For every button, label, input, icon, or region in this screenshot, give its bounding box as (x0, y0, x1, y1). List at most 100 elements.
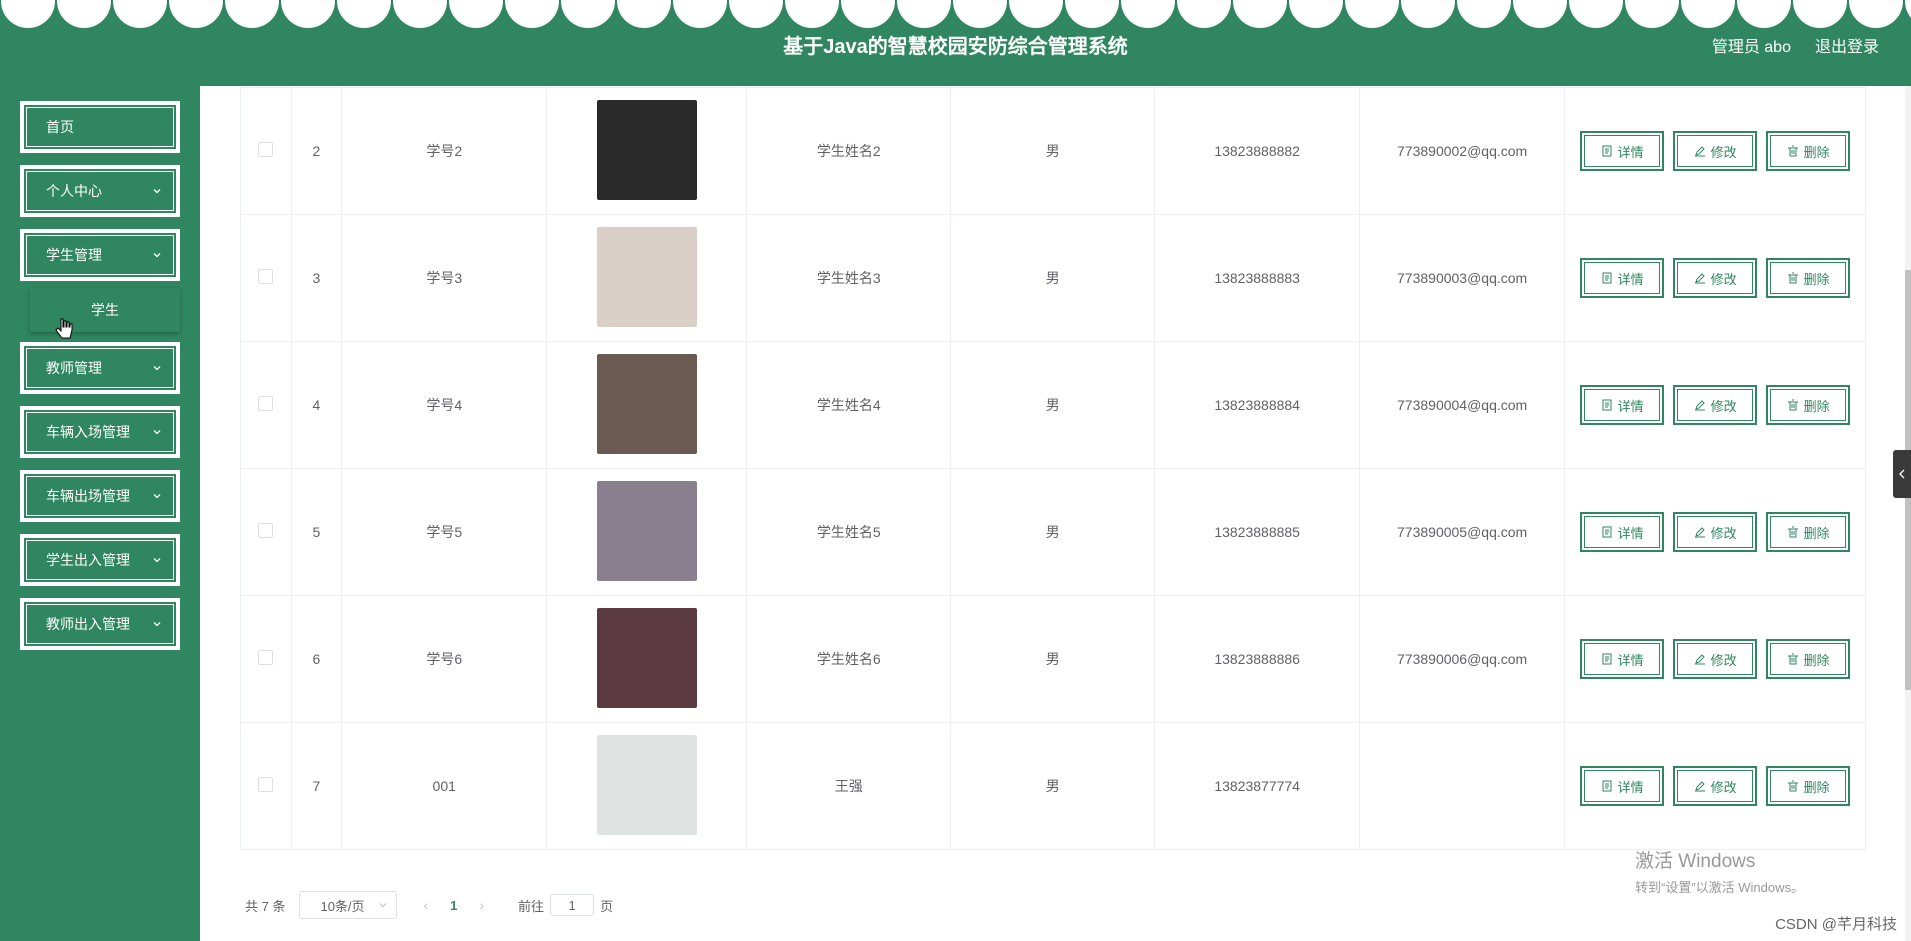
chevron-down-icon (153, 189, 161, 194)
student-phone: 13823888886 (1154, 595, 1361, 723)
row-checkbox[interactable] (258, 396, 274, 411)
detail-button[interactable]: 详情 (1580, 512, 1665, 552)
sidebar-item-label: 车辆入场管理 (46, 424, 130, 440)
sidebar-item[interactable]: 个人中心 (20, 165, 180, 217)
detail-button-label: 详情 (1617, 398, 1644, 414)
delete-button[interactable]: 删除 (1766, 385, 1851, 425)
chevron-down-icon (153, 366, 161, 371)
trash-icon (1787, 145, 1798, 157)
edit-button[interactable]: 修改 (1673, 639, 1758, 679)
edit-button[interactable]: 修改 (1673, 766, 1758, 806)
prev-page-button[interactable]: ‹ (423, 897, 428, 913)
chevron-down-icon (153, 253, 161, 258)
side-collapse-handle[interactable] (1893, 450, 1911, 498)
student-email: 773890005@qq.com (1359, 468, 1566, 596)
pencil-icon (1694, 527, 1705, 538)
student-photo (596, 99, 697, 200)
row-checkbox-cell (240, 468, 292, 596)
row-index: 6 (290, 595, 343, 723)
student-gender: 男 (950, 341, 1156, 469)
student-number: 学号5 (341, 468, 548, 596)
sidebar-item[interactable]: 车辆入场管理 (20, 406, 180, 458)
page-size-value: 10条/页 (320, 898, 365, 914)
delete-button[interactable]: 删除 (1766, 258, 1851, 298)
row-actions: 详情 修改 删除 (1564, 341, 1866, 469)
watermark-subtitle: 转到“设置”以激活 Windows。 (1635, 880, 1805, 895)
student-gender: 男 (950, 87, 1156, 215)
sidebar-item[interactable]: 教师出入管理 (20, 598, 180, 650)
sidebar-item-label: 学生管理 (46, 247, 102, 263)
page-title: 基于Java的智慧校园安防综合管理系统 (783, 36, 1128, 58)
row-checkbox[interactable] (258, 650, 274, 665)
sidebar-item[interactable]: 教师管理 (20, 342, 180, 394)
student-number: 001 (341, 722, 548, 850)
edit-button[interactable]: 修改 (1673, 512, 1758, 552)
detail-button-label: 详情 (1617, 525, 1644, 541)
page-number-current[interactable]: 1 (450, 898, 457, 913)
sidebar-item-label: 车辆出场管理 (46, 488, 130, 504)
detail-button[interactable]: 详情 (1580, 258, 1665, 298)
row-checkbox[interactable] (258, 777, 274, 792)
next-page-button[interactable]: › (479, 897, 484, 913)
row-checkbox[interactable] (258, 523, 274, 538)
detail-button[interactable]: 详情 (1580, 639, 1665, 679)
edit-button[interactable]: 修改 (1673, 258, 1758, 298)
delete-button-label: 删除 (1803, 779, 1830, 795)
document-icon (1602, 272, 1612, 284)
document-icon (1602, 653, 1612, 665)
student-phone: 13823888885 (1154, 468, 1361, 596)
delete-button[interactable]: 删除 (1766, 131, 1851, 171)
detail-button-label: 详情 (1617, 652, 1644, 668)
student-number: 学号2 (341, 87, 548, 215)
edit-button-label: 修改 (1710, 271, 1737, 287)
student-photo (596, 607, 697, 708)
total-count: 共 7 条 (245, 898, 286, 914)
detail-button-label: 详情 (1617, 779, 1644, 795)
delete-button-label: 删除 (1803, 525, 1830, 541)
trash-icon (1787, 526, 1798, 538)
detail-button[interactable]: 详情 (1580, 131, 1665, 171)
student-gender: 男 (950, 214, 1156, 342)
sidebar-item[interactable]: 学生管理 (20, 229, 180, 281)
edit-button-label: 修改 (1710, 779, 1737, 795)
row-checkbox[interactable] (258, 269, 274, 284)
student-email: 773890003@qq.com (1359, 214, 1566, 342)
table-row: 5 学号5 学生姓名5 男 13823888885 773890005@qq.com 详情 修… (240, 468, 1866, 596)
document-icon (1602, 780, 1612, 792)
user-label: 管理员 abo (1711, 39, 1791, 56)
delete-button-label: 删除 (1803, 398, 1830, 414)
edit-button[interactable]: 修改 (1673, 385, 1758, 425)
sidebar-item[interactable]: 学生出入管理 (20, 534, 180, 586)
page-size-select[interactable]: 10条/页 (299, 891, 398, 919)
edit-button[interactable]: 修改 (1673, 131, 1758, 171)
logout-link[interactable]: 退出登录 (1815, 33, 1879, 57)
delete-button[interactable]: 删除 (1766, 639, 1851, 679)
sidebar-item[interactable]: 首页 (20, 101, 180, 153)
hand-cursor-icon (55, 318, 73, 339)
row-checkbox-cell (240, 722, 292, 850)
detail-button[interactable]: 详情 (1580, 385, 1665, 425)
student-name: 学生姓名5 (746, 468, 952, 596)
student-phone: 13823888882 (1154, 87, 1361, 215)
student-photo (596, 226, 697, 327)
chevron-down-icon (153, 622, 161, 627)
goto-page-input[interactable] (550, 894, 595, 916)
row-checkbox-cell (240, 87, 292, 215)
table-row: 2 学号2 学生姓名2 男 13823888882 773890002@qq.com 详情 修… (240, 87, 1866, 215)
submenu-item-student[interactable]: 学生 (30, 288, 180, 332)
row-checkbox[interactable] (258, 142, 274, 157)
sidebar-item-label: 教师管理 (46, 360, 102, 376)
page-unit-label: 页 (600, 898, 614, 914)
row-checkbox-cell (240, 214, 292, 342)
student-name: 学生姓名2 (746, 87, 952, 215)
table-row: 4 学号4 学生姓名4 男 13823888884 773890004@qq.com 详情 修… (240, 341, 1866, 469)
chevron-down-icon (153, 494, 161, 499)
detail-button[interactable]: 详情 (1580, 766, 1665, 806)
chevron-down-icon (380, 903, 387, 908)
delete-button[interactable]: 删除 (1766, 766, 1851, 806)
delete-button[interactable]: 删除 (1766, 512, 1851, 552)
table-row: 7 001 王强男 13823877774 详情 修改 删除 (240, 722, 1866, 850)
row-actions: 详情 修改 删除 (1564, 722, 1866, 850)
sidebar-item[interactable]: 车辆出场管理 (20, 470, 180, 522)
user-area: 管理员 abo 退出登录 (1712, 33, 1879, 57)
